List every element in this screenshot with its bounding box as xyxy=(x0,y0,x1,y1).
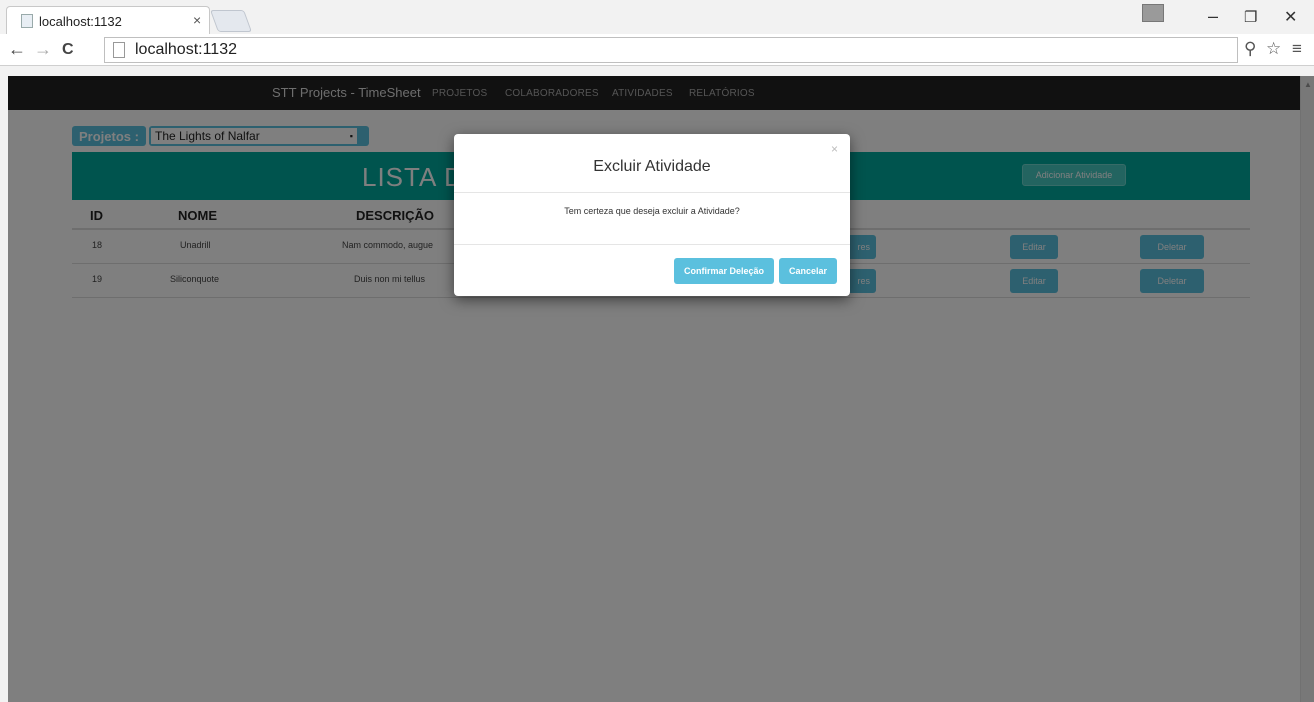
confirm-delete-button[interactable]: Confirmar Deleção xyxy=(674,258,774,284)
close-icon[interactable]: × xyxy=(831,142,838,156)
tab-close-icon[interactable]: × xyxy=(193,12,201,28)
zoom-icon[interactable]: ⚲ xyxy=(1244,39,1256,59)
divider xyxy=(454,244,850,245)
forward-icon[interactable]: → xyxy=(34,39,52,60)
divider xyxy=(454,192,850,193)
url-text: localhost:1132 xyxy=(135,41,237,58)
tab-title: localhost:1132 xyxy=(39,14,122,29)
back-icon[interactable]: ← xyxy=(8,39,26,60)
profile-icon[interactable] xyxy=(1142,4,1164,22)
modal-message: Tem certeza que deseja excluir a Ativida… xyxy=(564,206,740,216)
browser-tabstrip: localhost:1132 × – ❐ ✕ xyxy=(0,0,1314,34)
reload-icon[interactable]: C xyxy=(62,41,74,59)
delete-activity-modal: × Excluir Atividade Tem certeza que dese… xyxy=(454,134,850,296)
modal-title: Excluir Atividade xyxy=(593,158,711,175)
browser-tab[interactable]: localhost:1132 × xyxy=(6,6,210,34)
minimize-button[interactable]: – xyxy=(1208,6,1218,27)
new-tab-button[interactable] xyxy=(209,10,253,32)
cancel-button[interactable]: Cancelar xyxy=(779,258,837,284)
page-icon xyxy=(113,42,125,58)
page-viewport: STT Projects - TimeSheet PROJETOS COLABO… xyxy=(8,76,1314,702)
address-bar[interactable]: localhost:1132 xyxy=(104,37,1238,63)
browser-toolbar: ← → C localhost:1132 ⚲ ☆ ≡ xyxy=(0,34,1314,66)
restore-button[interactable]: ❐ xyxy=(1244,8,1257,26)
page-favicon-icon xyxy=(21,14,33,28)
bookmark-star-icon[interactable]: ☆ xyxy=(1266,39,1281,59)
window-controls: – ❐ ✕ xyxy=(1134,0,1314,34)
close-window-button[interactable]: ✕ xyxy=(1284,7,1297,27)
menu-icon[interactable]: ≡ xyxy=(1292,39,1302,59)
